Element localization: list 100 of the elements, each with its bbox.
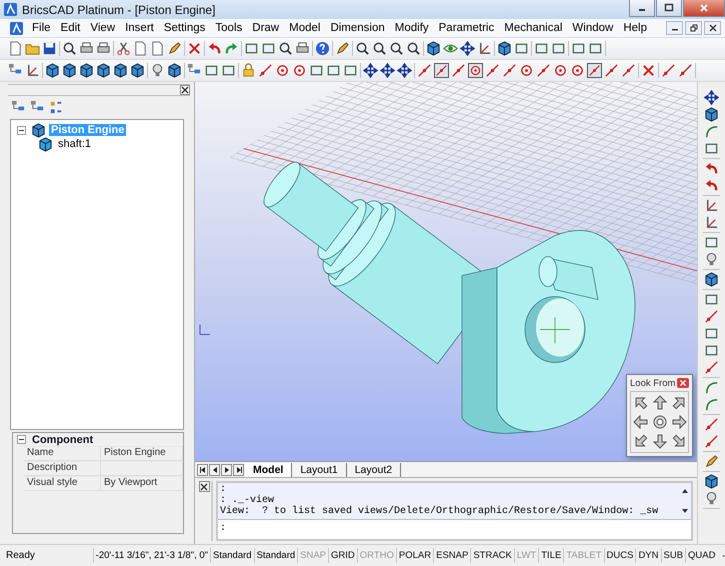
menu-item[interactable]: View	[86, 22, 122, 34]
menu-item[interactable]: Insert	[121, 22, 160, 34]
rectangle-icon[interactable]	[261, 41, 276, 56]
maximize-button[interactable]	[656, 0, 682, 17]
command-input-field[interactable]: :	[218, 520, 691, 539]
menu-item[interactable]: Help	[619, 22, 653, 34]
text-style-field[interactable]: Standard	[210, 548, 254, 563]
minimize-button[interactable]	[666, 21, 683, 35]
rectangle-icon[interactable]	[204, 63, 219, 78]
axis-icon[interactable]	[704, 198, 719, 213]
bulb-icon[interactable]	[704, 491, 719, 506]
model-viewport[interactable]: Look From	[195, 82, 697, 462]
menu-item[interactable]: Settings	[160, 22, 212, 34]
undo-icon[interactable]	[207, 41, 222, 56]
cube-icon[interactable]	[704, 272, 719, 287]
layout-tab[interactable]: Layout2	[346, 462, 402, 477]
magnifier-icon[interactable]	[406, 41, 421, 56]
collapse-icon[interactable]	[17, 126, 26, 134]
status-toggle[interactable]: POLAR	[396, 548, 434, 563]
restore-button[interactable]	[685, 21, 702, 35]
cube-icon[interactable]	[130, 63, 145, 78]
arrow-icon[interactable]	[652, 433, 668, 450]
axis-icon[interactable]	[477, 41, 492, 56]
tab-scroll-button[interactable]	[197, 464, 208, 476]
line-icon[interactable]	[678, 63, 693, 78]
rectangle-icon[interactable]	[326, 63, 341, 78]
status-toggle[interactable]: QUAD	[685, 548, 718, 563]
move-icon[interactable]	[363, 63, 378, 78]
menu-item[interactable]: Window	[568, 22, 620, 34]
rectangle-icon[interactable]	[588, 41, 603, 56]
target-icon[interactable]	[652, 414, 668, 430]
sort-icon[interactable]	[49, 100, 64, 115]
property-value-field[interactable]	[101, 461, 183, 475]
rectangle-icon[interactable]	[551, 41, 566, 56]
page-icon[interactable]	[133, 41, 148, 56]
cube-icon[interactable]	[45, 63, 60, 78]
cube-icon[interactable]	[426, 41, 441, 56]
rectangle-icon[interactable]	[514, 41, 529, 56]
tree-item[interactable]: shaft:1	[56, 138, 94, 150]
arrow-icon[interactable]	[632, 395, 648, 412]
close-button[interactable]	[704, 21, 721, 35]
menu-item[interactable]: Dimension	[326, 22, 391, 34]
collapse-icon[interactable]	[17, 435, 26, 444]
snap-line-icon[interactable]	[451, 63, 466, 78]
bulb-icon[interactable]	[150, 63, 165, 78]
pencil-icon[interactable]	[167, 41, 182, 56]
snap-circle-icon[interactable]	[553, 63, 568, 78]
rectangle-icon[interactable]	[704, 343, 719, 358]
arrow-icon[interactable]	[632, 433, 648, 450]
cube-icon[interactable]	[704, 474, 719, 489]
cube-icon[interactable]	[704, 107, 719, 122]
scroll-down-icon[interactable]	[681, 507, 689, 515]
rectangle-icon[interactable]	[534, 41, 549, 56]
undo-icon[interactable]	[704, 178, 719, 193]
status-toggle[interactable]: ESNAP	[433, 548, 470, 563]
layout-tab[interactable]: Model	[245, 462, 292, 477]
line-icon[interactable]	[704, 434, 719, 449]
line-icon[interactable]	[704, 417, 719, 432]
status-toggle[interactable]: DYN	[635, 548, 660, 563]
status-toggle[interactable]: SUB	[660, 548, 686, 563]
status-toggle[interactable]: TILE	[538, 548, 564, 563]
axis-icon[interactable]	[25, 63, 40, 78]
property-value[interactable]: By Viewport	[101, 476, 183, 490]
line-icon[interactable]	[661, 63, 676, 78]
cube-icon[interactable]	[62, 63, 77, 78]
layout-tab[interactable]: Layout1	[292, 462, 347, 477]
move-icon[interactable]	[397, 63, 412, 78]
undo-icon[interactable]	[704, 161, 719, 176]
magnifier-icon[interactable]	[355, 41, 370, 56]
rectangle-icon[interactable]	[704, 326, 719, 341]
arrow-icon[interactable]	[670, 414, 686, 430]
snap-circle-icon[interactable]	[570, 63, 585, 78]
cube-icon[interactable]	[96, 63, 111, 78]
magnifier-icon[interactable]	[389, 41, 404, 56]
close-button[interactable]	[180, 85, 190, 95]
menu-item[interactable]: Edit	[56, 22, 86, 34]
menu-item[interactable]: Modify	[390, 22, 435, 34]
move-icon[interactable]	[460, 41, 475, 56]
rectangle-icon[interactable]	[704, 292, 719, 307]
dimension-style-field[interactable]: Standard	[254, 548, 298, 563]
cube-icon[interactable]	[167, 63, 182, 78]
property-value[interactable]: Piston Engine	[101, 446, 183, 460]
move-icon[interactable]	[380, 63, 395, 78]
snap-line-icon[interactable]	[587, 63, 602, 78]
pencil-icon[interactable]	[335, 41, 350, 56]
axis-icon[interactable]	[704, 215, 719, 230]
page-icon[interactable]	[150, 41, 165, 56]
arc-icon[interactable]	[704, 397, 719, 412]
rectangle-icon[interactable]	[309, 63, 324, 78]
magnifier-icon[interactable]	[278, 41, 293, 56]
minimize-button[interactable]	[629, 0, 655, 17]
rectangle-icon[interactable]	[244, 41, 259, 56]
circle-icon[interactable]	[292, 63, 307, 78]
snap-line-icon[interactable]	[502, 63, 517, 78]
cube-icon[interactable]	[497, 41, 512, 56]
close-button[interactable]	[198, 481, 210, 492]
snap-circle-icon[interactable]	[519, 63, 534, 78]
arc-icon[interactable]	[704, 380, 719, 395]
scroll-up-icon[interactable]	[681, 487, 689, 495]
arrow-icon[interactable]	[632, 414, 648, 430]
